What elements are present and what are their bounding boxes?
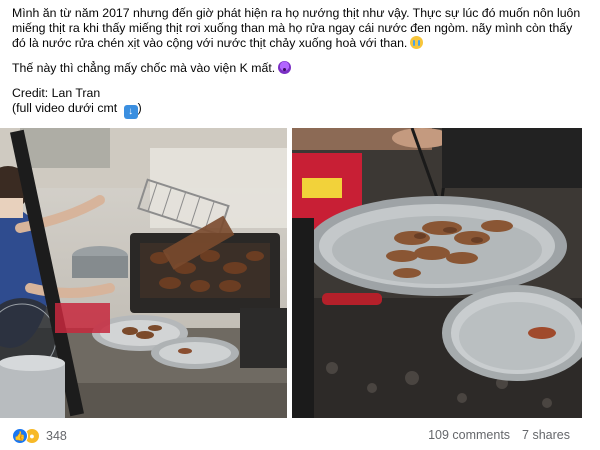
photo-right[interactable] xyxy=(292,128,582,418)
post-footer: 👍 ● 348 109 comments 7 shares xyxy=(0,418,600,450)
photo-left[interactable] xyxy=(0,128,287,418)
meat-trays-image xyxy=(292,128,582,418)
post-paragraph-2: Thế này thì chẳng mấy chốc mà vào viện K… xyxy=(12,61,588,76)
reaction-count: 348 xyxy=(46,429,67,443)
astonished-face-icon xyxy=(278,61,292,74)
grilling-vendor-image xyxy=(0,128,287,418)
down-arrow-icon: ↓ xyxy=(123,105,138,119)
like-icon: 👍 xyxy=(12,428,28,444)
crying-face-icon xyxy=(410,36,424,49)
shares-link[interactable]: 7 shares xyxy=(522,428,570,442)
reactions-summary[interactable]: 👍 ● 348 xyxy=(12,428,67,444)
post-paragraph-1: Mình ăn từ năm 2017 nhưng đến giờ phát h… xyxy=(12,6,588,51)
post-paragraph-1-text: Mình ăn từ năm 2017 nhưng đến giờ phát h… xyxy=(12,6,581,50)
post-paragraph-2-text: Thế này thì chẳng mấy chốc mà vào viện K… xyxy=(12,61,276,75)
full-video-text: (full video dưới cmt xyxy=(12,101,118,115)
post-credit: Credit: Lan Tran xyxy=(12,86,101,100)
comments-link[interactable]: 109 comments xyxy=(428,428,510,442)
post-full-video-note: (full video dưới cmt ↓) xyxy=(12,101,142,119)
engagement-counts: 109 comments 7 shares xyxy=(428,428,570,442)
post-body: Mình ăn từ năm 2017 nhưng đến giờ phát h… xyxy=(12,6,588,119)
facebook-post: Mình ăn từ năm 2017 nhưng đến giờ phát h… xyxy=(0,0,600,450)
post-media[interactable] xyxy=(0,128,600,418)
